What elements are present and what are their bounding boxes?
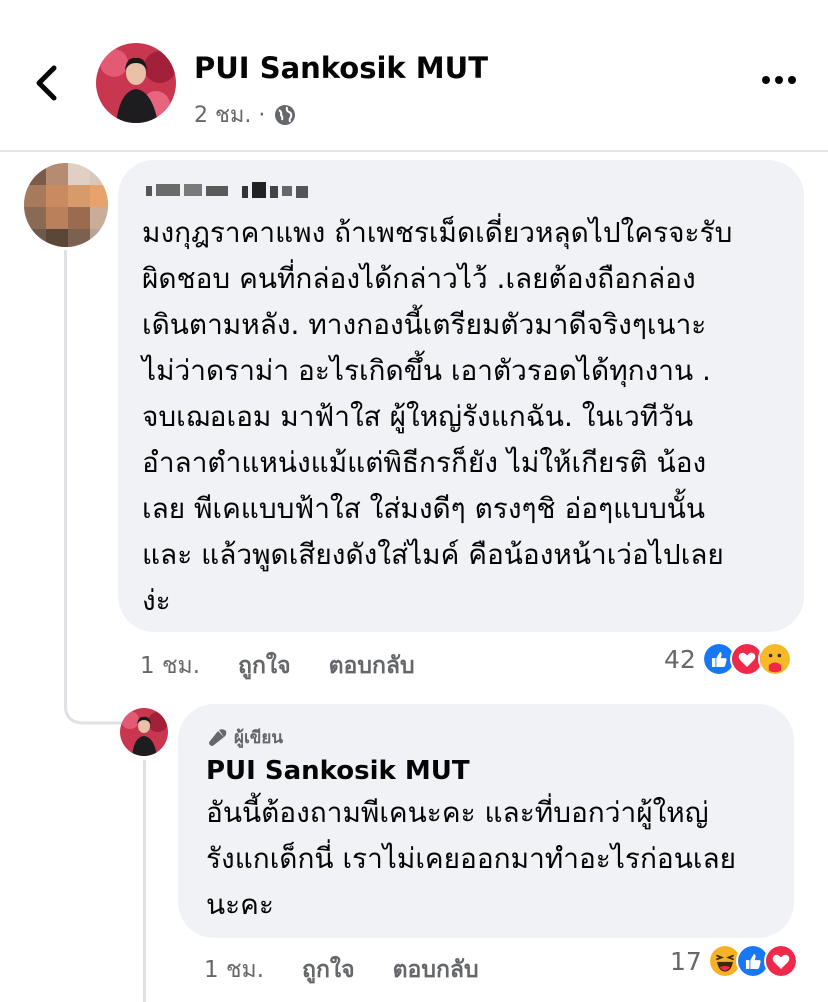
reply-actions: 1 ชม. ถูกใจ ตอบกลับ xyxy=(204,952,517,988)
author-avatar[interactable] xyxy=(96,43,176,123)
reply-like-button[interactable]: ถูกใจ xyxy=(302,952,355,988)
comment-actions: 1 ชม. ถูกใจ ตอบกลับ xyxy=(140,648,453,684)
comment-text: มงกุฎราคาแพง ถ้าเพชรเม็ดเดี่ยวหลุดไปใครจ… xyxy=(142,216,733,617)
reply-text: อันนี้ต้องถามพีเคนะคะ และที่บอกว่าผู้ใหญ… xyxy=(206,796,737,921)
back-arrow-icon[interactable] xyxy=(30,62,64,104)
care-reaction-icon xyxy=(757,642,792,676)
love-reaction-icon xyxy=(763,944,798,978)
reply-reaction-count: 17 xyxy=(670,946,702,976)
reply-thread-line xyxy=(143,760,146,1002)
comment-reactions[interactable]: 42 xyxy=(664,642,792,676)
reply-button[interactable]: ตอบกลับ xyxy=(329,648,415,684)
header-divider xyxy=(0,150,828,152)
author-badge: ผู้เขียน xyxy=(206,724,283,751)
reply-reply-button[interactable]: ตอบกลับ xyxy=(393,952,479,988)
reply-author-avatar[interactable] xyxy=(120,708,168,756)
globe-icon xyxy=(275,104,296,125)
reply-reactions[interactable]: 17 xyxy=(670,944,798,978)
commenter-name-redacted xyxy=(146,182,308,198)
reply-time[interactable]: 1 ชม. xyxy=(204,952,264,988)
post-time[interactable]: 2 ชม. · xyxy=(194,97,265,132)
reaction-count: 42 xyxy=(664,644,696,674)
comment-time[interactable]: 1 ชม. xyxy=(140,648,200,684)
post-header: PUI Sankosik MUT 2 ชม. · xyxy=(0,0,828,150)
like-button[interactable]: ถูกใจ xyxy=(238,648,291,684)
commenter-avatar[interactable] xyxy=(24,163,108,247)
reply-author-name[interactable]: PUI Sankosik MUT xyxy=(206,756,470,786)
microphone-icon xyxy=(209,728,227,746)
more-options-icon[interactable] xyxy=(760,70,798,90)
author-badge-label: ผู้เขียน xyxy=(234,728,283,748)
post-meta: 2 ชม. · xyxy=(194,97,297,132)
author-name[interactable]: PUI Sankosik MUT xyxy=(194,51,488,85)
thread-line xyxy=(64,250,67,700)
thread-connector xyxy=(64,690,122,725)
